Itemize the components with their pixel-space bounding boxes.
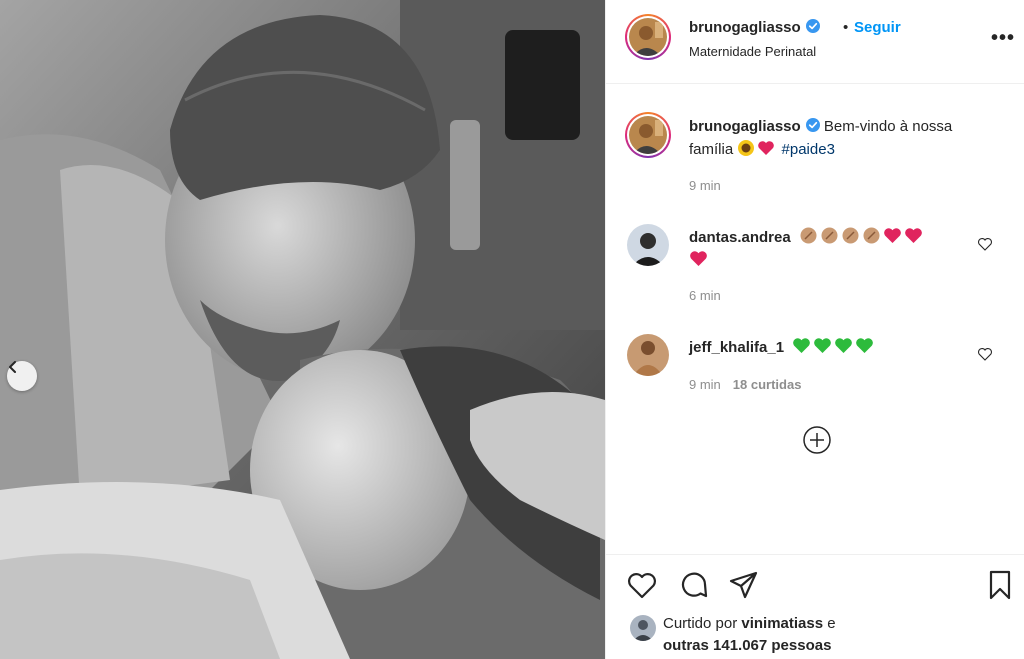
comment-like-heart-icon[interactable] bbox=[977, 346, 993, 362]
comment-icon[interactable] bbox=[678, 569, 710, 601]
comment-likes[interactable]: 18 curtidas bbox=[733, 377, 802, 392]
comment-text: dantas.andrea bbox=[689, 226, 979, 272]
verified-badge-icon bbox=[805, 19, 820, 33]
follow-button[interactable]: Seguir bbox=[854, 19, 901, 36]
liked-by-avatar-icon bbox=[630, 615, 656, 641]
commenter-avatar-icon bbox=[627, 334, 669, 376]
commenter-avatar[interactable] bbox=[627, 224, 669, 266]
chevron-left-icon bbox=[9, 361, 16, 373]
commenter-avatar-icon bbox=[627, 224, 669, 266]
author-avatar[interactable] bbox=[625, 14, 671, 60]
caption-time[interactable]: 9 min bbox=[689, 178, 721, 193]
clap-emoji-icon bbox=[863, 227, 880, 244]
liked-by-others[interactable]: outras 141.067 pessoas bbox=[663, 637, 831, 654]
post-side-panel: brunogagliasso • Seguir Maternidade Peri… bbox=[605, 0, 1024, 659]
comment-like-heart-icon[interactable] bbox=[977, 236, 993, 252]
caption-avatar-icon bbox=[629, 116, 667, 154]
green-heart-emoji-icon bbox=[814, 338, 832, 353]
caption-text: brunogagliasso Bem-vindo à nossa família… bbox=[689, 115, 999, 161]
author-username[interactable]: brunogagliasso bbox=[689, 19, 820, 36]
verified-badge-icon bbox=[805, 118, 820, 132]
more-options-icon[interactable]: ••• bbox=[991, 28, 1015, 48]
liked-by-avatar[interactable] bbox=[630, 615, 656, 641]
clap-emoji-icon bbox=[821, 227, 838, 244]
liked-by-text: Curtido por vinimatiass e outras 141.067… bbox=[663, 613, 836, 657]
comment-text: jeff_khalifa_1 bbox=[689, 336, 979, 359]
comment-meta: 6 min bbox=[689, 288, 721, 303]
comment-username[interactable]: jeff_khalifa_1 bbox=[689, 339, 784, 356]
header-separator: • bbox=[843, 19, 849, 36]
red-heart-emoji-icon bbox=[758, 141, 775, 155]
post-location[interactable]: Maternidade Perinatal bbox=[689, 44, 816, 59]
bookmark-icon[interactable] bbox=[984, 569, 1016, 601]
heart-icon[interactable] bbox=[626, 569, 658, 601]
clap-emoji-icon bbox=[800, 227, 817, 244]
caption-hashtag[interactable]: #paide3 bbox=[782, 141, 835, 158]
liked-by-connector: e bbox=[827, 615, 836, 632]
post-photo[interactable] bbox=[0, 0, 605, 659]
green-heart-emoji-icon bbox=[793, 338, 811, 353]
post-actions: Curtido por vinimatiass e outras 141.067… bbox=[606, 554, 1024, 659]
caption-avatar[interactable] bbox=[625, 112, 671, 158]
commenter-avatar[interactable] bbox=[627, 334, 669, 376]
author-avatar-icon bbox=[629, 18, 667, 56]
load-more-icon[interactable] bbox=[802, 425, 832, 455]
red-heart-emoji-icon bbox=[690, 251, 707, 266]
red-heart-emoji-icon bbox=[884, 228, 901, 243]
clap-emoji-icon bbox=[842, 227, 859, 244]
comment-meta: 9 min 18 curtidas bbox=[689, 377, 801, 392]
liked-by-user[interactable]: vinimatiass bbox=[741, 615, 823, 632]
comment-time[interactable]: 9 min bbox=[689, 377, 721, 392]
share-icon[interactable] bbox=[728, 569, 760, 601]
green-heart-emoji-icon bbox=[856, 338, 874, 353]
sunflower-emoji-icon bbox=[738, 140, 755, 156]
comment-time[interactable]: 6 min bbox=[689, 288, 721, 303]
liked-by-prefix: Curtido por bbox=[663, 615, 738, 632]
green-heart-emoji-icon bbox=[835, 338, 853, 353]
caption-username[interactable]: brunogagliasso bbox=[689, 118, 801, 135]
carousel-prev-button[interactable] bbox=[7, 361, 37, 391]
photo-illustration bbox=[0, 0, 605, 659]
post-header: brunogagliasso • Seguir Maternidade Peri… bbox=[606, 0, 1024, 84]
author-username-text[interactable]: brunogagliasso bbox=[689, 19, 801, 36]
comment-username[interactable]: dantas.andrea bbox=[689, 229, 791, 246]
red-heart-emoji-icon bbox=[905, 228, 922, 243]
